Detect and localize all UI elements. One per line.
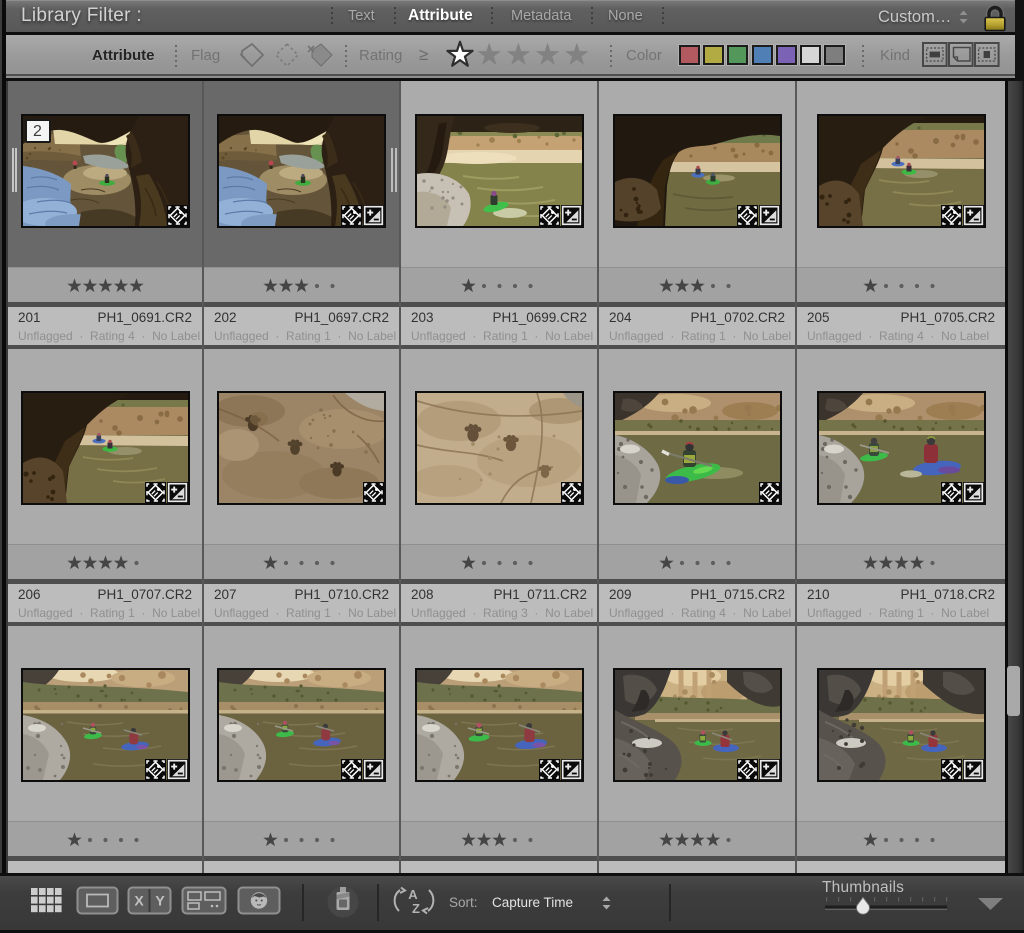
svg-text:Y: Y <box>155 893 165 909</box>
svg-text:A: A <box>408 887 418 902</box>
svg-text:X: X <box>134 893 144 909</box>
svg-text:Z: Z <box>412 901 420 916</box>
